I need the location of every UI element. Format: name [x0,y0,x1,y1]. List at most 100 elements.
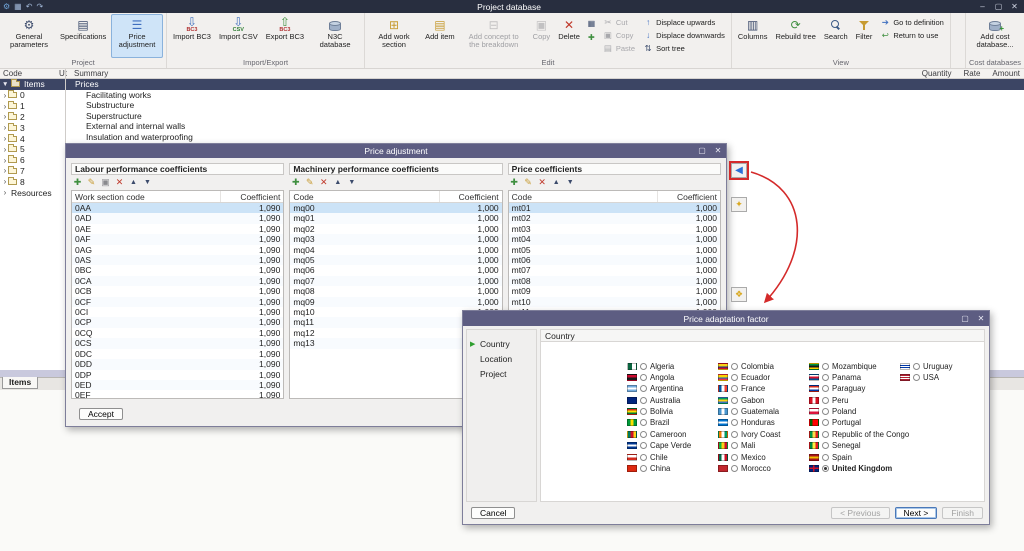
coefficient-row[interactable]: mt061,000 [509,255,720,265]
tree-folder-2[interactable]: ›2 [0,112,65,123]
country-radio[interactable] [913,374,920,381]
coefficient-row[interactable]: mq091,000 [290,297,501,307]
country-option[interactable]: Mexico [718,453,805,461]
country-radio[interactable] [640,374,647,381]
country-radio[interactable] [822,431,829,438]
country-radio[interactable] [731,385,738,392]
column-summary[interactable]: Summary [74,69,922,78]
chevron-right-icon[interactable]: › [0,145,8,154]
add-concept-button[interactable]: ⊟ Add concept to the breakdown [460,14,528,58]
country-option[interactable]: Argentina [627,385,714,393]
move-up-icon[interactable]: ▲ [332,176,343,189]
tree-folder-7[interactable]: ›7 [0,166,65,177]
coefficient-row[interactable]: mq011,000 [290,213,501,223]
coefficient-row[interactable]: mq071,000 [290,276,501,286]
copy-small-button[interactable]: ▣ Copy [601,29,637,41]
chevron-right-icon[interactable]: › [0,112,8,121]
export-bc3-button[interactable]: ⇧ BC3 Export BC3 [263,14,307,58]
country-option[interactable]: Paraguay [809,385,896,393]
country-option[interactable]: United Kingdom [809,465,896,473]
coefficient-row[interactable]: mt071,000 [509,265,720,275]
coefficient-row[interactable]: 0CB1,090 [72,286,283,296]
copy-button[interactable]: ▣ Copy [530,14,554,58]
rebuild-tree-button[interactable]: ⟳ Rebuild tree [772,14,818,58]
country-option[interactable]: Republic of the Congo [809,430,896,438]
displace-upwards-button[interactable]: ↑ Displace upwards [641,16,727,28]
chevron-right-icon[interactable]: › [0,123,8,132]
import-csv-button[interactable]: ⇩ CSV Import CSV [216,14,261,58]
edit-icon[interactable]: ✎ [304,176,315,189]
maximize-icon[interactable]: ▢ [694,144,710,158]
country-option[interactable]: France [718,385,805,393]
grid-tool-icon[interactable]: ▦ [585,17,598,29]
country-radio[interactable] [822,419,829,426]
country-radio[interactable] [640,454,647,461]
country-option[interactable]: Ivory Coast [718,430,805,438]
n3c-database-button[interactable]: N3C database [309,14,361,58]
country-option[interactable]: Panama [809,373,896,381]
country-option[interactable]: Honduras [718,419,805,427]
coefficient-row[interactable]: mt031,000 [509,224,720,234]
delete-icon[interactable]: ✕ [114,176,125,189]
country-radio[interactable] [731,363,738,370]
gear-icon[interactable]: ⚙ [3,0,10,13]
country-option[interactable]: Angola [627,373,714,381]
edit-icon[interactable]: ✎ [86,176,97,189]
chevron-right-icon[interactable]: › [0,188,8,197]
wizard-step-project[interactable]: Project [467,366,536,381]
move-down-icon[interactable]: ▼ [142,176,153,189]
country-option[interactable]: Morocco [718,465,805,473]
tree-header-row[interactable]: ▼ Items Prices [0,79,1024,90]
coefficient-column-header[interactable]: Coefficient [221,191,283,202]
specifications-button[interactable]: ▤ Specifications [57,14,109,58]
country-option[interactable]: Poland [809,408,896,416]
country-radio[interactable] [731,465,738,472]
country-option[interactable]: China [627,465,714,473]
edit-icon[interactable]: ✎ [523,176,534,189]
delete-icon[interactable]: ✕ [537,176,548,189]
country-radio[interactable] [640,442,647,449]
coefficient-row[interactable]: 0AD1,090 [72,213,283,223]
coefficient-row[interactable]: mt051,000 [509,245,720,255]
chevron-right-icon[interactable]: › [0,134,8,143]
close-icon[interactable]: ✕ [973,312,989,326]
coefficient-row[interactable]: 0EF1,090 [72,390,283,398]
country-option[interactable]: Portugal [809,419,896,427]
price-adjustment-button[interactable]: ☰ Price adjustment [111,14,163,58]
code-column-header[interactable]: Code [290,191,439,202]
summary-row[interactable]: Substructure [66,100,1024,110]
coefficient-row[interactable]: mt011,000 [509,203,720,213]
coefficient-row[interactable]: 0DC1,090 [72,349,283,359]
country-option[interactable]: Spain [809,453,896,461]
coefficient-row[interactable]: mq051,000 [290,255,501,265]
sort-tree-button[interactable]: ⇅ Sort tree [641,42,727,54]
tree-folder-6[interactable]: ›6 [0,155,65,166]
summary-row[interactable]: Superstructure [66,111,1024,121]
country-radio[interactable] [913,363,920,370]
paste-icon[interactable]: ▣ [100,176,111,189]
summary-row[interactable]: Facilitating works [66,90,1024,100]
coefficient-row[interactable]: mq081,000 [290,286,501,296]
chevron-right-icon[interactable]: › [0,166,8,175]
coefficient-row[interactable]: 0ED1,090 [72,380,283,390]
coefficient-row[interactable]: 0AA1,090 [72,203,283,213]
country-option[interactable]: Cape Verde [627,442,714,450]
general-parameters-button[interactable]: ⚙ General parameters [3,14,55,58]
country-radio[interactable] [822,363,829,370]
coefficient-row[interactable]: mt041,000 [509,234,720,244]
country-radio[interactable] [731,454,738,461]
country-option[interactable]: Mozambique [809,362,896,370]
plus-tool-icon[interactable]: ✚ [585,31,598,43]
move-down-icon[interactable]: ▼ [346,176,357,189]
summary-row[interactable]: External and internal walls [66,121,1024,131]
add-work-section-button[interactable]: ⊞ Add work section [368,14,420,58]
coefficient-row[interactable]: mt091,000 [509,286,720,296]
redo-icon[interactable]: ↷ [36,0,43,13]
country-option[interactable]: Bolivia [627,408,714,416]
country-option[interactable]: Ecuador [718,373,805,381]
finish-button[interactable]: Finish [942,507,983,519]
columns-button[interactable]: ▥ Columns [735,14,771,58]
workspace-icon[interactable]: ▦ [14,0,22,13]
close-icon[interactable]: ✕ [1007,0,1022,13]
paste-button[interactable]: ▤ Paste [601,42,637,54]
